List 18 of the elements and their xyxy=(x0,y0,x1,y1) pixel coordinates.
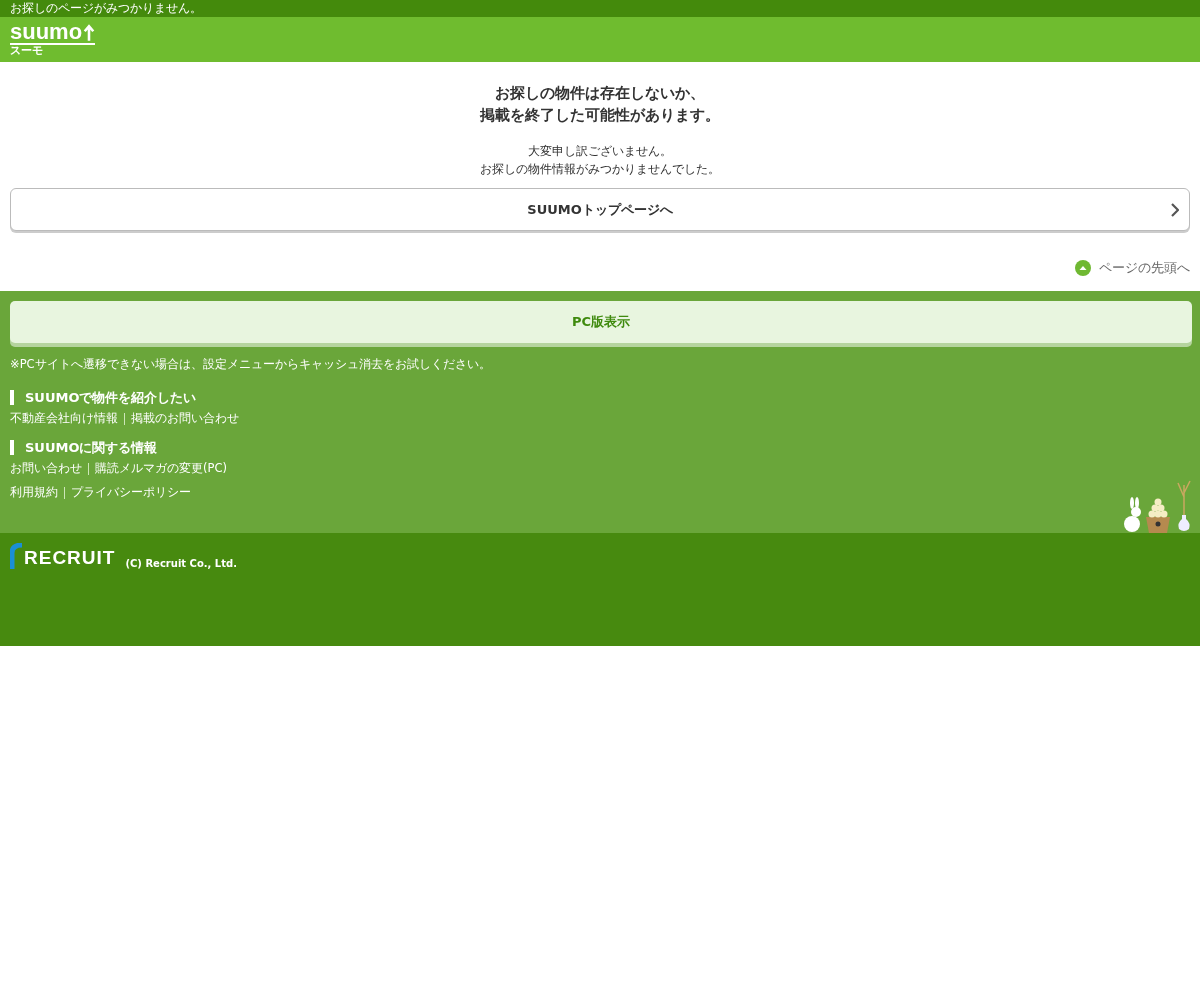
suumo-logo[interactable]: suumo スーモ xyxy=(10,22,96,57)
section-heading: SUUMOで物件を紹介したい xyxy=(10,390,1192,405)
cache-note: ※PCサイトへ遷移できない場合は、設定メニューからキャッシュ消去をお試しください。 xyxy=(10,357,492,372)
footer-link[interactable]: お問い合わせ xyxy=(10,461,82,476)
top-page-button[interactable]: SUUMOトップページへ xyxy=(10,188,1190,231)
recruit-logo: RECRUIT xyxy=(10,543,116,569)
footer-link[interactable]: 購読メルマガの変更(PC) xyxy=(95,461,227,476)
copyright-text: (C) Recruit Co., Ltd. xyxy=(125,558,237,569)
page-status-text: お探しのページがみつかりません。 xyxy=(10,0,202,17)
message-text: 大変申し訳ございません。 お探しの物件情報がみつかりませんでした。 xyxy=(479,143,721,178)
section-heading: SUUMOに関する情報 xyxy=(10,440,1192,455)
chevron-right-icon xyxy=(1171,203,1179,217)
footer-link[interactable]: 利用規約 xyxy=(10,485,58,500)
page-top-link[interactable]: ページの先頭へ xyxy=(1075,259,1190,277)
footer-link[interactable]: プライバシーポリシー xyxy=(71,485,191,500)
message-title: お探しの物件は存在しないか、 掲載を終了した可能性があります。 xyxy=(479,83,721,126)
footer-link[interactable]: 掲載のお問い合わせ xyxy=(131,411,239,426)
footer-link[interactable]: 不動産会社向け情報 xyxy=(10,411,118,426)
